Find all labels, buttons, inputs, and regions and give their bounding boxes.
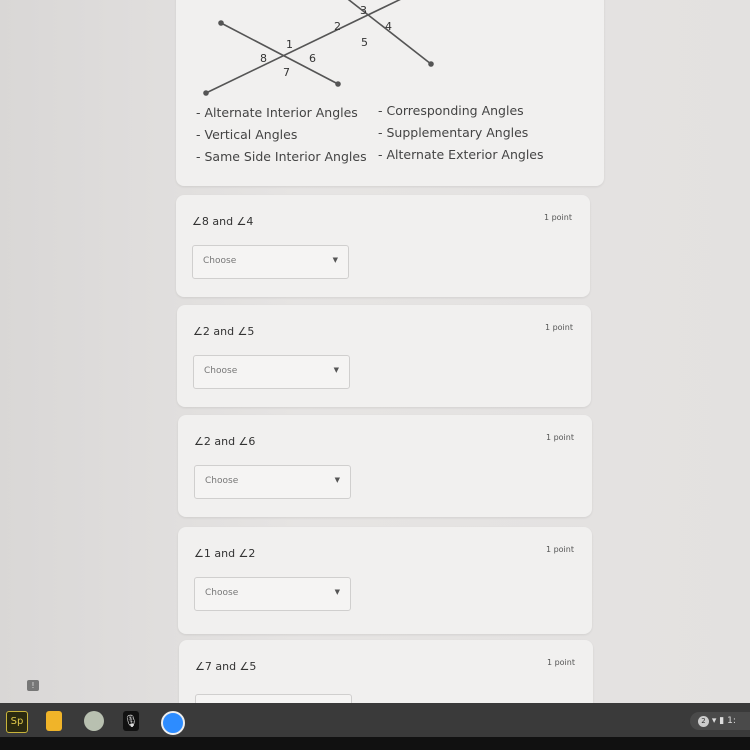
angle-label: 6 (309, 52, 316, 65)
answer-dropdown[interactable]: Choose ▼ (192, 245, 349, 279)
feedback-icon[interactable]: ! (27, 680, 39, 691)
question-title: ∠2 and ∠5 (193, 325, 255, 338)
angle-label: 7 (283, 66, 290, 79)
question-title: ∠1 and ∠2 (194, 547, 256, 560)
caret-down-icon: ▼ (334, 588, 340, 596)
option-text: - Vertical Angles (196, 127, 298, 142)
angle-label: 2 (334, 20, 341, 33)
options-right: - Corresponding Angles - Supplementary A… (378, 100, 544, 166)
zoom-app-icon[interactable] (161, 711, 185, 735)
spark-app-icon[interactable]: Sp (6, 711, 28, 733)
question-card: ∠1 and ∠2 1 point Choose ▼ (178, 527, 592, 634)
diagram-card: 1 2 3 4 5 6 7 8 - Alternate Interior Ang… (176, 0, 604, 186)
option-text: - Alternate Interior Angles (196, 105, 358, 120)
angle-label: 4 (385, 20, 392, 33)
option-text: - Same Side Interior Angles (196, 149, 367, 164)
options-left: - Alternate Interior Angles - Vertical A… (196, 102, 367, 168)
notification-badge: 2 (698, 716, 709, 727)
question-title: ∠2 and ∠6 (194, 435, 256, 448)
status-tray[interactable]: 2 ▾ ▮ 1: (690, 712, 750, 730)
dropdown-value: Choose (205, 588, 239, 598)
wifi-icon: ▾ (711, 716, 717, 726)
question-title: ∠8 and ∠4 (192, 215, 254, 228)
disc-app-icon[interactable] (84, 711, 104, 731)
battery-icon: ▮ (719, 716, 725, 726)
clock: 1: (727, 716, 736, 726)
answer-dropdown[interactable]: Choose ▼ (194, 465, 351, 499)
microphone-icon[interactable]: 🎙 (123, 711, 139, 731)
angle-label: 8 (260, 52, 267, 65)
points-label: 1 point (545, 433, 574, 442)
answer-dropdown[interactable]: Choose ▼ (193, 355, 350, 389)
slides-app-icon[interactable] (46, 711, 62, 731)
caret-down-icon: ▼ (332, 256, 338, 264)
option-text: - Corresponding Angles (378, 103, 524, 118)
question-card: ∠8 and ∠4 1 point Choose ▼ (176, 195, 590, 297)
option-text: - Alternate Exterior Angles (378, 147, 544, 162)
angle-label: 3 (360, 4, 367, 17)
points-label: 1 point (544, 323, 573, 332)
shelf-taskbar: Sp 🎙 2 ▾ ▮ 1: (0, 703, 750, 737)
angle-label: 1 (286, 38, 293, 51)
dropdown-value: Choose (204, 366, 238, 376)
option-text: - Supplementary Angles (378, 125, 529, 140)
question-card: ∠2 and ∠5 1 point Choose ▼ (177, 305, 591, 407)
angle-label: 5 (361, 36, 368, 49)
form-page: 1 2 3 4 5 6 7 8 - Alternate Interior Ang… (0, 0, 750, 728)
dropdown-value: Choose (205, 476, 239, 486)
question-title: ∠7 and ∠5 (195, 660, 257, 673)
answer-dropdown[interactable]: Choose ▼ (194, 577, 351, 611)
screen-bezel (0, 737, 750, 750)
dropdown-value: Choose (203, 256, 237, 266)
points-label: 1 point (546, 658, 575, 667)
points-label: 1 point (545, 545, 574, 554)
app-label: Sp (10, 716, 24, 727)
caret-down-icon: ▼ (333, 366, 339, 374)
points-label: 1 point (543, 213, 572, 222)
question-card: ∠2 and ∠6 1 point Choose ▼ (178, 415, 592, 517)
caret-down-icon: ▼ (334, 476, 340, 484)
